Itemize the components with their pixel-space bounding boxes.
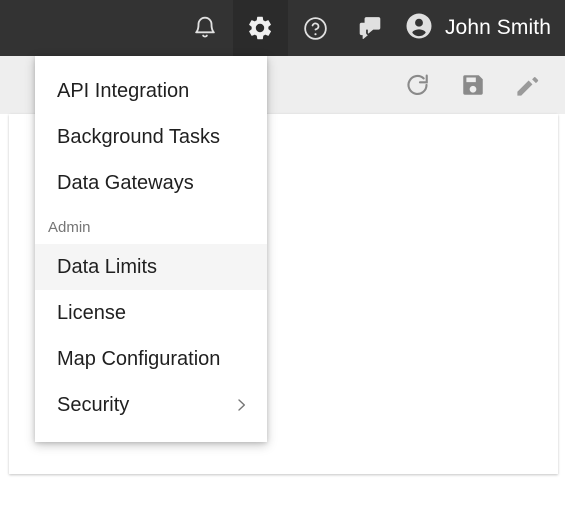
menu-item-label: Map Configuration — [57, 348, 221, 370]
chevron-right-icon — [233, 397, 249, 413]
menu-item-data-gateways[interactable]: Data Gateways — [35, 160, 267, 206]
save-button[interactable] — [445, 56, 500, 114]
pencil-icon — [514, 72, 541, 99]
gear-icon — [246, 14, 274, 42]
help-button[interactable] — [288, 0, 343, 56]
save-icon — [460, 72, 486, 98]
messages-button[interactable] — [343, 0, 398, 56]
menu-item-label: Security — [57, 394, 130, 416]
forum-icon — [357, 15, 383, 41]
account-circle-icon — [404, 11, 434, 46]
menu-item-map-configuration[interactable]: Map Configuration — [35, 336, 267, 382]
help-circle-icon — [302, 15, 329, 42]
menu-item-label: Data Limits — [57, 256, 158, 278]
edit-button[interactable] — [500, 56, 555, 114]
notifications-button[interactable] — [178, 0, 233, 56]
menu-item-security[interactable]: Security — [35, 382, 267, 428]
menu-item-label: License — [57, 302, 126, 324]
settings-dropdown-menu: API Integration Background Tasks Data Ga… — [35, 56, 267, 442]
menu-item-label: Data Gateways — [57, 172, 194, 194]
user-name-label: John Smith — [444, 16, 551, 39]
menu-item-license[interactable]: License — [35, 290, 267, 336]
refresh-icon — [404, 72, 431, 99]
bell-icon — [192, 15, 218, 41]
menu-section-header-admin: Admin — [48, 218, 91, 236]
refresh-button[interactable] — [390, 56, 445, 114]
menu-item-background-tasks[interactable]: Background Tasks — [35, 114, 267, 160]
user-account-menu[interactable]: John Smith — [398, 0, 565, 56]
menu-item-label: API Integration — [57, 80, 190, 102]
settings-button[interactable] — [232, 0, 288, 56]
menu-item-label: Background Tasks — [57, 126, 221, 148]
menu-item-data-limits[interactable]: Data Limits — [35, 244, 267, 290]
menu-item-api-integration[interactable]: API Integration — [35, 68, 267, 114]
top-app-bar: John Smith — [0, 0, 565, 56]
